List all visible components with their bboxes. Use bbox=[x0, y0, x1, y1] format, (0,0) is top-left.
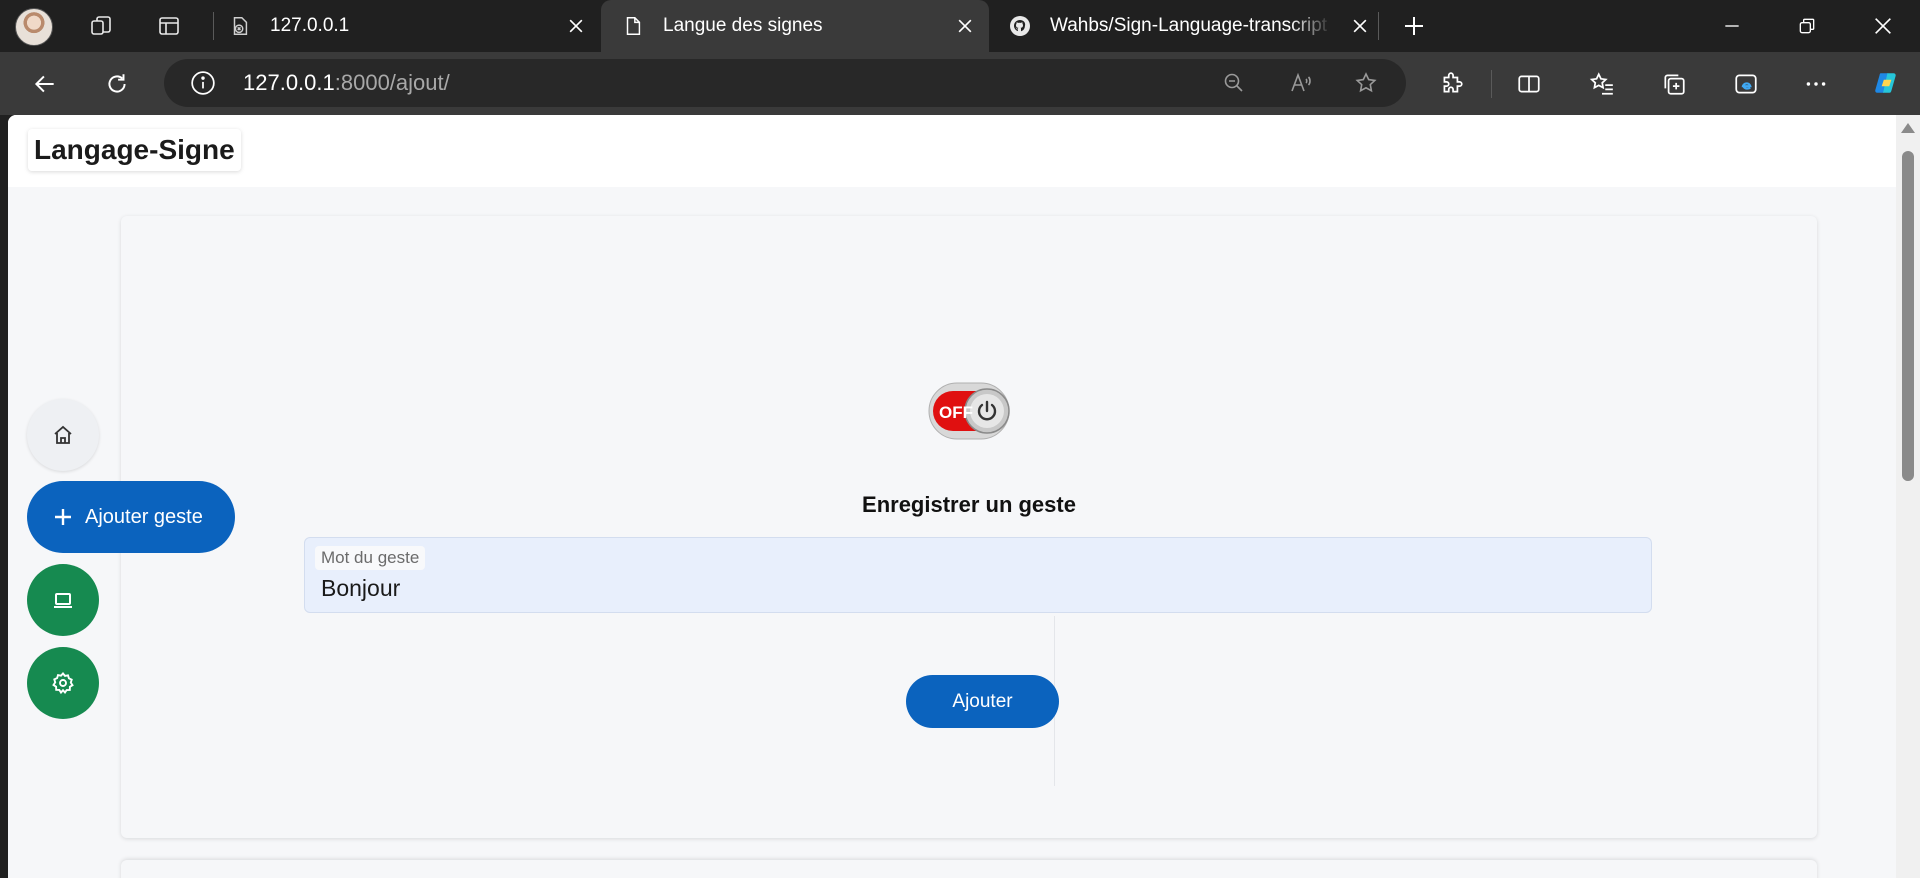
gear-icon bbox=[52, 672, 74, 695]
power-toggle-off[interactable]: OFF bbox=[928, 382, 1010, 440]
reload-button[interactable] bbox=[99, 66, 135, 102]
new-tab-icon[interactable] bbox=[1400, 12, 1428, 40]
github-icon bbox=[1008, 14, 1032, 38]
address-bar[interactable]: 127.0.0.1:8000/ajout/ bbox=[164, 59, 1406, 107]
favorites-icon[interactable] bbox=[1584, 66, 1620, 102]
back-button[interactable] bbox=[27, 66, 63, 102]
tab-separator bbox=[213, 12, 214, 40]
zoom-out-icon[interactable] bbox=[1220, 69, 1248, 97]
extensions-icon[interactable] bbox=[1434, 66, 1470, 102]
restore-icon[interactable] bbox=[1793, 12, 1821, 40]
read-aloud-icon[interactable] bbox=[1287, 69, 1315, 97]
tab-separator bbox=[1378, 12, 1379, 40]
copilot-icon[interactable] bbox=[1866, 63, 1906, 103]
gesture-word-label: Mot du geste bbox=[315, 546, 426, 570]
page-viewport: Langage-Signe OFF Enregistrer un geste M… bbox=[8, 115, 1920, 878]
scroll-thumb[interactable] bbox=[1902, 151, 1914, 481]
form-title: Enregistrer un geste bbox=[862, 492, 1076, 517]
favorite-star-icon[interactable] bbox=[1352, 69, 1380, 97]
minimize-icon[interactable] bbox=[1718, 12, 1746, 40]
plus-icon bbox=[55, 509, 71, 525]
page-scrollbar[interactable] bbox=[1896, 115, 1920, 878]
laptop-button[interactable] bbox=[27, 564, 99, 636]
tab-localhost[interactable]: 127.0.0.1 bbox=[228, 0, 600, 52]
settings-button[interactable] bbox=[27, 647, 99, 719]
more-menu-icon[interactable] bbox=[1798, 66, 1834, 102]
home-icon bbox=[54, 425, 72, 444]
tab-close-icon[interactable] bbox=[1348, 14, 1372, 38]
second-card bbox=[121, 860, 1817, 878]
form-card: OFF Enregistrer un geste Mot du geste Aj… bbox=[121, 216, 1817, 838]
add-gesture-button[interactable]: Ajouter geste bbox=[27, 481, 235, 553]
gesture-word-field[interactable]: Mot du geste bbox=[304, 537, 1652, 613]
workspaces-icon[interactable] bbox=[87, 12, 115, 40]
url-path: :8000/ajout/ bbox=[334, 70, 450, 95]
page-icon bbox=[621, 14, 645, 38]
split-screen-icon[interactable] bbox=[1511, 66, 1547, 102]
vertical-tabs-icon[interactable] bbox=[155, 12, 183, 40]
file-error-icon bbox=[228, 14, 252, 38]
collections-icon[interactable] bbox=[1656, 66, 1692, 102]
laptop-icon bbox=[54, 593, 72, 608]
tab-strip: 127.0.0.1 Langue des signes Wahbs/Sign-L… bbox=[0, 0, 1920, 52]
close-window-icon[interactable] bbox=[1869, 12, 1897, 40]
tab-close-icon[interactable] bbox=[564, 14, 588, 38]
toolbar-separator bbox=[1491, 70, 1492, 98]
tab-langue-des-signes[interactable]: Langue des signes bbox=[601, 0, 989, 52]
site-navbar: Langage-Signe bbox=[8, 115, 1896, 187]
tab-title: 127.0.0.1 bbox=[270, 15, 350, 36]
gesture-word-input[interactable] bbox=[321, 572, 1621, 604]
tab-github[interactable]: Wahbs/Sign-Language-transcript bbox=[1008, 0, 1378, 52]
ajouter-button[interactable]: Ajouter bbox=[906, 675, 1059, 728]
profile-avatar[interactable] bbox=[15, 8, 53, 46]
tab-title: Wahbs/Sign-Language-transcript bbox=[1050, 15, 1328, 36]
brand-logo[interactable]: Langage-Signe bbox=[28, 129, 241, 171]
browser-essentials-icon[interactable] bbox=[1728, 66, 1764, 102]
tab-close-icon[interactable] bbox=[953, 14, 977, 38]
browser-toolbar: 127.0.0.1:8000/ajout/ bbox=[0, 52, 1920, 115]
url-text[interactable]: 127.0.0.1:8000/ajout/ bbox=[243, 70, 450, 96]
add-gesture-label: Ajouter geste bbox=[85, 505, 203, 528]
site-info-icon[interactable] bbox=[190, 70, 216, 96]
tab-title: Langue des signes bbox=[663, 15, 823, 36]
url-host: 127.0.0.1 bbox=[243, 70, 335, 95]
scroll-up-arrow[interactable] bbox=[1901, 123, 1915, 133]
toggle-label: OFF bbox=[939, 403, 973, 422]
home-button[interactable] bbox=[27, 399, 99, 471]
